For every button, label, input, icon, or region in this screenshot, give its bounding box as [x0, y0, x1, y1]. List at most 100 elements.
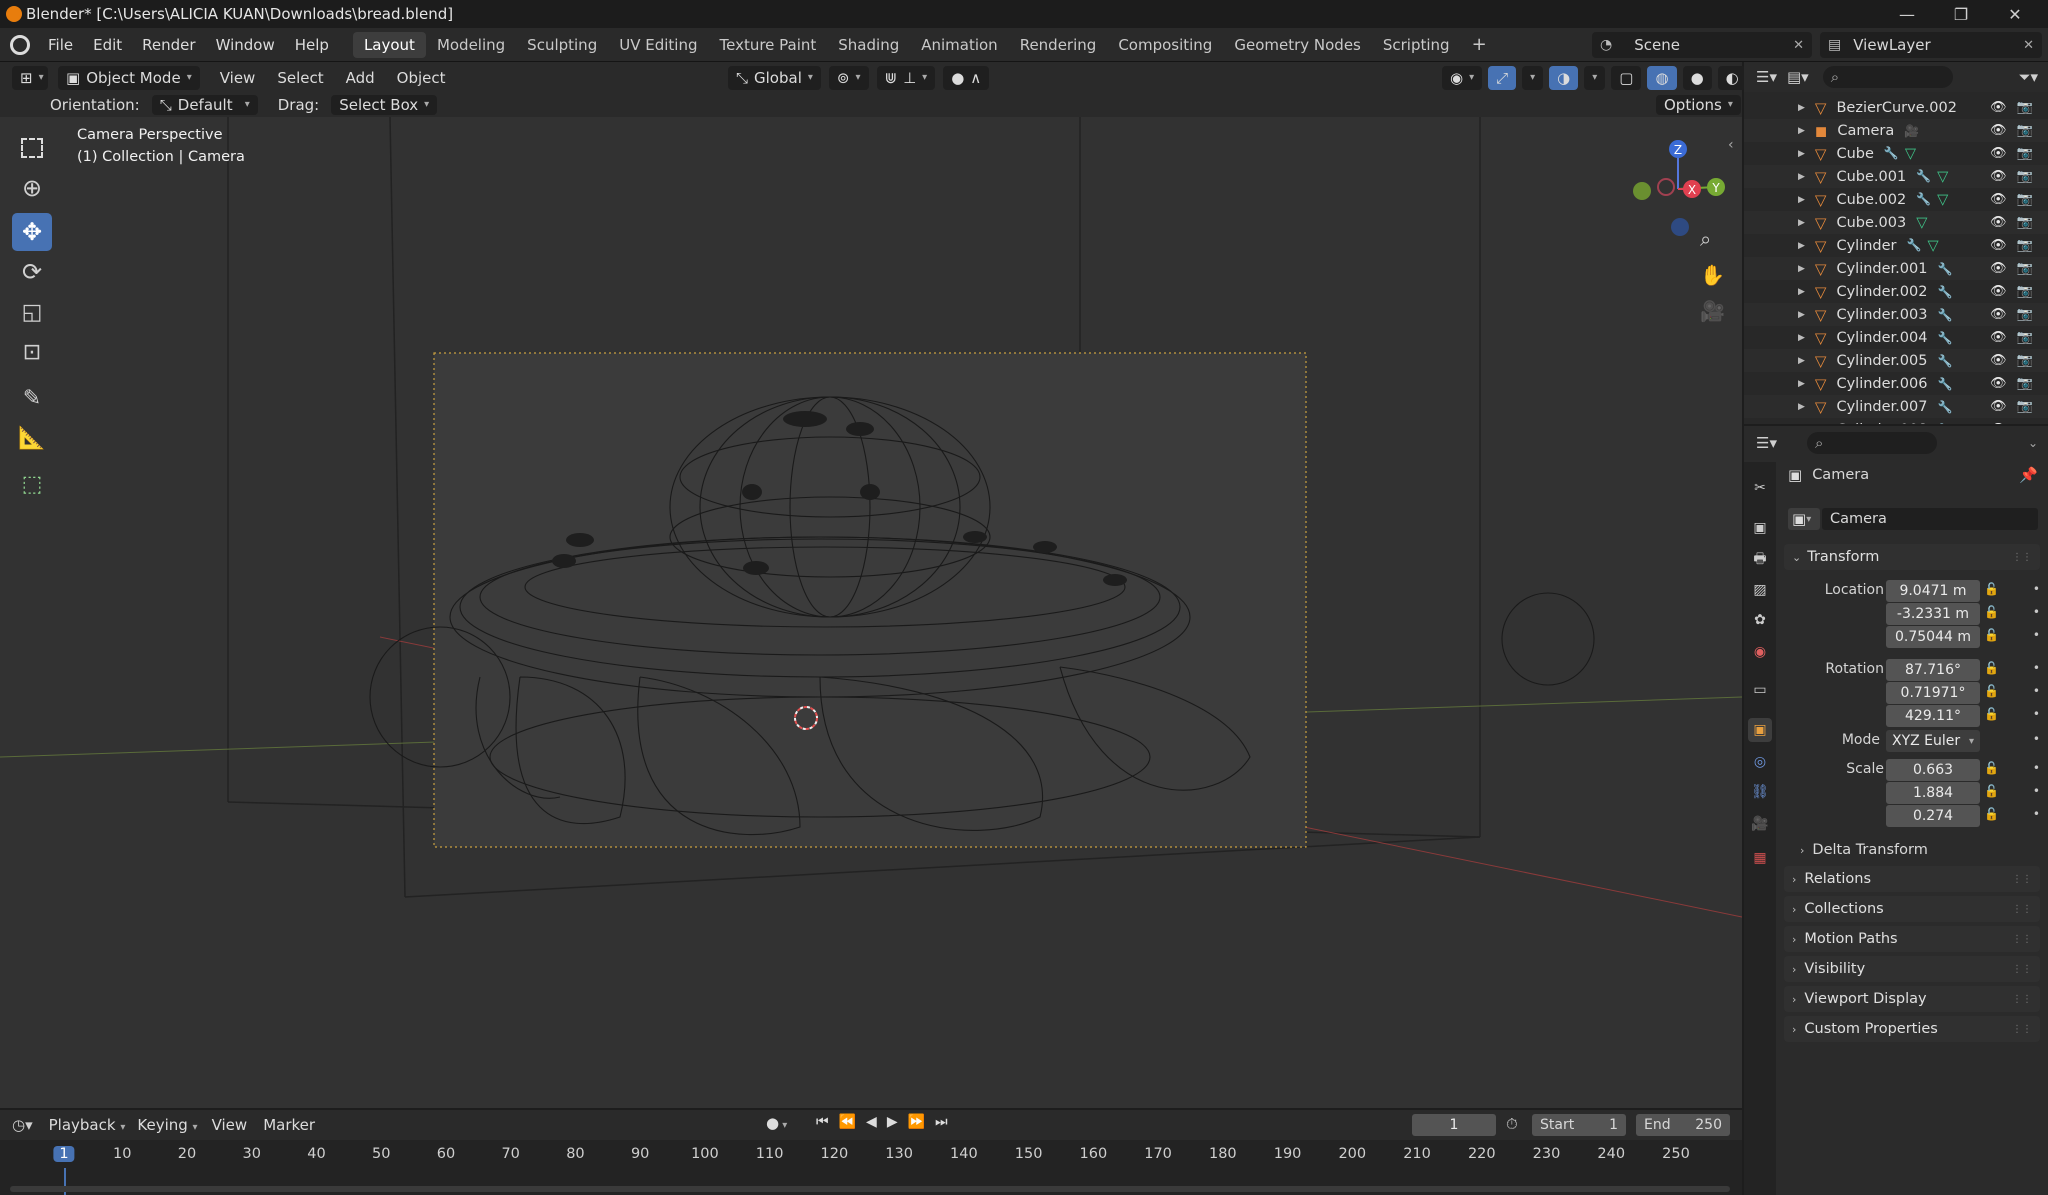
expand-arrow-icon[interactable]: ▶ — [1798, 126, 1805, 136]
eye-icon[interactable]: 👁 — [1990, 146, 2007, 161]
object-data-tab-icon[interactable]: 🎥 — [1748, 812, 1772, 836]
editor-type-icon[interactable]: ⊞ ▾ — [12, 66, 48, 90]
constraints-tab-icon[interactable]: ⛓ — [1748, 780, 1772, 804]
outliner-item[interactable]: ▶ ◼ Camera 🎥 👁 📷 — [1744, 119, 2048, 142]
modifier-wrench-icon[interactable]: 🔧 — [1937, 285, 1952, 299]
mesh-data-icon[interactable]: ▽ — [1916, 215, 1927, 231]
outliner-item[interactable]: ▶ ▽ BezierCurve.002 👁 📷 — [1744, 96, 2048, 119]
outliner-item[interactable]: ▶ ▽ Cylinder.007 🔧 👁 📷 — [1744, 395, 2048, 418]
lock-icon[interactable]: 🔓 — [1984, 784, 1999, 798]
transform-orientation-dropdown[interactable]: ⤡ Global ▾ — [728, 66, 821, 90]
drag-handle-icon[interactable]: ⋮⋮ — [2012, 934, 2032, 945]
restore-button[interactable]: ❐ — [1934, 0, 1988, 28]
delta-transform-header[interactable]: › Delta Transform — [1800, 842, 1928, 858]
blender-menu-icon[interactable] — [10, 34, 30, 55]
drag-handle-icon[interactable]: ⋮⋮ — [2012, 552, 2032, 563]
outliner-item[interactable]: ▶ ▽ Cylinder.006 🔧 👁 📷 — [1744, 372, 2048, 395]
snap-dropdown[interactable]: ⋓ ⊥ ▾ — [876, 66, 936, 90]
physics-tab-icon[interactable]: ◎ — [1748, 750, 1772, 774]
object-name-field[interactable]: Camera — [1822, 508, 2038, 530]
tab-scripting[interactable]: Scripting — [1372, 32, 1461, 58]
navigation-gizmo[interactable]: Z Y X — [1620, 127, 1730, 237]
lock-icon[interactable]: 🔓 — [1984, 761, 1999, 775]
outliner-item[interactable]: ▶ ▽ Cylinder 🔧 ▽ 👁 📷 — [1744, 234, 2048, 257]
drag-handle-icon[interactable]: ⋮⋮ — [2012, 1024, 2032, 1035]
scene-selector[interactable]: ◔ Scene ✕ — [1592, 32, 1812, 58]
lock-icon[interactable]: 🔓 — [1984, 605, 1999, 619]
rotation-mode-dropdown[interactable]: XYZ Euler ▾ — [1886, 730, 1980, 752]
tab-texture-paint[interactable]: Texture Paint — [708, 32, 827, 58]
texture-tab-icon[interactable]: ▦ — [1748, 846, 1772, 870]
modifier-wrench-icon[interactable]: 🔧 — [1937, 423, 1952, 425]
select-box-tool[interactable] — [12, 129, 52, 167]
expand-arrow-icon[interactable]: ▶ — [1798, 310, 1805, 320]
play-reverse-icon[interactable]: ◀ — [866, 1114, 877, 1130]
outliner-item[interactable]: ▶ ▽ Cube 🔧 ▽ 👁 📷 — [1744, 142, 2048, 165]
drag-handle-icon[interactable]: ⋮⋮ — [2012, 904, 2032, 915]
camera-render-icon[interactable]: 📷 — [2017, 100, 2033, 115]
drag-dropdown[interactable]: Select Box ▾ — [331, 95, 438, 115]
keyframe-dot-icon[interactable]: • — [2033, 628, 2040, 642]
menu-keying[interactable]: Keying ▾ — [137, 1116, 197, 1134]
expand-arrow-icon[interactable]: ▶ — [1798, 172, 1805, 182]
eye-icon[interactable]: 👁 — [1990, 238, 2007, 253]
camera-render-icon[interactable]: 📷 — [2017, 330, 2033, 345]
close-button[interactable]: ✕ — [1988, 0, 2042, 28]
outliner-editor-icon[interactable]: ☰▾ — [1756, 68, 1777, 86]
shading-wireframe-button[interactable]: ◍ — [1647, 66, 1677, 90]
panel-header-visibility[interactable]: › Visibility ⋮⋮ — [1784, 956, 2040, 982]
menu-help[interactable]: Help — [285, 28, 339, 62]
filter-icon[interactable]: ⏷▾ — [2018, 68, 2038, 86]
shading-material-button[interactable]: ◐ — [1717, 66, 1747, 90]
mesh-data-icon[interactable]: ▽ — [1937, 192, 1948, 208]
camera-view-icon[interactable]: 🎥 — [1700, 299, 1725, 323]
panel-header-custom-properties[interactable]: › Custom Properties ⋮⋮ — [1784, 1016, 2040, 1042]
panel-header-viewport-display[interactable]: › Viewport Display ⋮⋮ — [1784, 986, 2040, 1012]
modifier-wrench-icon[interactable]: 🔧 — [1937, 354, 1952, 368]
panel-header-motion-paths[interactable]: › Motion Paths ⋮⋮ — [1784, 926, 2040, 952]
outliner-item[interactable]: ▶ ▽ Cylinder.004 🔧 👁 📷 — [1744, 326, 2048, 349]
tab-modeling[interactable]: Modeling — [426, 32, 516, 58]
lock-icon[interactable]: 🔓 — [1984, 807, 1999, 821]
expand-arrow-icon[interactable]: ▶ — [1798, 333, 1805, 343]
camera-render-icon[interactable]: 📷 — [2017, 353, 2033, 368]
display-mode-icon[interactable]: ▤▾ — [1787, 68, 1809, 86]
close-icon[interactable]: ✕ — [1793, 38, 1804, 53]
keyframe-dot-icon[interactable]: • — [2033, 807, 2040, 821]
object-type-dropdown[interactable]: ▣ ▾ — [1788, 508, 1820, 530]
camera-render-icon[interactable]: 📷 — [2017, 399, 2033, 414]
eye-icon[interactable]: 👁 — [1990, 422, 2007, 424]
scene-tab-icon[interactable]: ✿ — [1748, 608, 1772, 632]
outliner-search-input[interactable]: ⌕ — [1822, 66, 1953, 88]
tab-animation[interactable]: Animation — [910, 32, 1008, 58]
tab-geometry-nodes[interactable]: Geometry Nodes — [1223, 32, 1372, 58]
minimize-button[interactable]: — — [1880, 0, 1934, 28]
tab-sculpting[interactable]: Sculpting — [516, 32, 608, 58]
lock-icon[interactable]: 🔓 — [1984, 661, 1999, 675]
camera-render-icon[interactable]: 📷 — [2017, 261, 2033, 276]
output-tab-icon[interactable]: 🖶 — [1748, 548, 1772, 572]
add-workspace-icon[interactable]: + — [1461, 32, 1498, 58]
expand-arrow-icon[interactable]: ▶ — [1798, 149, 1805, 159]
camera-render-icon[interactable]: 📷 — [2017, 192, 2033, 207]
menu-edit[interactable]: Edit — [83, 28, 132, 62]
lock-icon[interactable]: 🔓 — [1984, 582, 1999, 596]
outliner-item[interactable]: ▶▽Cylinder.008🔧👁📷 — [1744, 418, 2048, 425]
mesh-data-icon[interactable]: ▽ — [1905, 146, 1916, 162]
eye-icon[interactable]: 👁 — [1990, 123, 2007, 138]
expand-arrow-icon[interactable]: ▶ — [1798, 218, 1805, 228]
camera-render-icon[interactable]: 📷 — [2017, 238, 2033, 253]
scale-x-field[interactable]: 0.663 — [1886, 759, 1980, 781]
current-frame-field[interactable]: 1 — [1412, 1114, 1496, 1136]
view-layer-tab-icon[interactable]: ▨ — [1748, 578, 1772, 602]
world-tab-icon[interactable]: ◉ — [1748, 640, 1772, 664]
modifier-wrench-icon[interactable]: 🔧 — [1884, 146, 1899, 162]
expand-arrow-icon[interactable]: ▶ — [1798, 264, 1805, 274]
mesh-data-icon[interactable]: ▽ — [1927, 238, 1938, 254]
mesh-data-icon[interactable]: ▽ — [1937, 169, 1948, 185]
jump-start-icon[interactable]: ⏮ — [816, 1114, 829, 1130]
eye-icon[interactable]: 👁 — [1990, 330, 2007, 345]
expand-arrow-icon[interactable]: ▶ — [1798, 241, 1805, 251]
lock-icon[interactable]: 🔓 — [1984, 684, 1999, 698]
modifier-wrench-icon[interactable]: 🔧 — [1907, 238, 1922, 254]
